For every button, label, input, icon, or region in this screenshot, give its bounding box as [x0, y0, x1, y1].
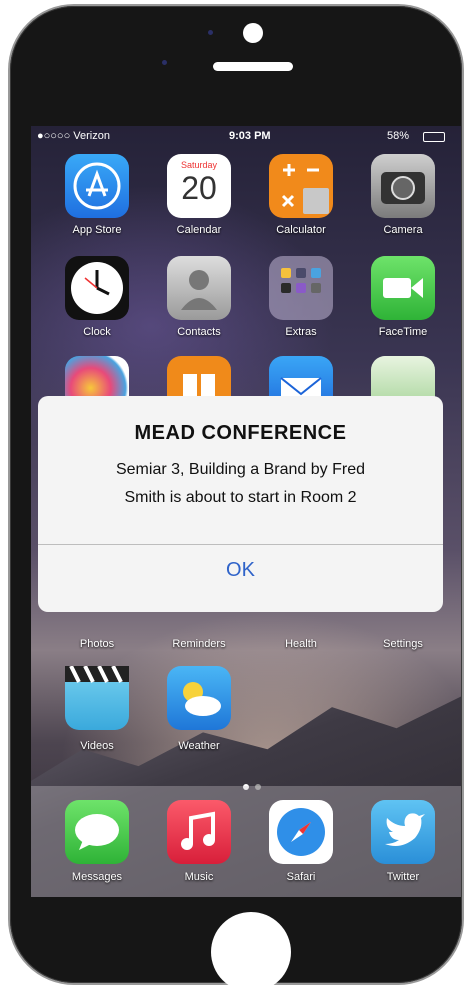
app-label: Settings [383, 638, 423, 650]
messages-icon[interactable] [65, 800, 129, 864]
alert-message-line: Semiar 3, Building a Brand by Fred [115, 461, 365, 478]
app-label: Twitter [386, 871, 420, 883]
alert-title: MEAD CONFERENCE [134, 422, 347, 444]
front-camera [243, 23, 263, 43]
calendar-date: 20 [181, 170, 217, 206]
battery-icon [423, 132, 445, 142]
home-button[interactable] [211, 912, 291, 992]
weather-icon[interactable] [167, 666, 231, 730]
battery-percent: 58% [387, 130, 410, 142]
app-label: Music [184, 871, 214, 883]
app-label: Photos [79, 638, 115, 650]
status-time: 9:03 PM [229, 130, 271, 142]
dock: Messages Music Safari Twitter [31, 786, 461, 897]
clock-icon[interactable] [65, 256, 129, 320]
app-label: Camera [383, 224, 423, 236]
app-label: Messages [71, 871, 123, 883]
ok-button[interactable]: OK [38, 545, 443, 612]
app-label: FaceTime [378, 326, 428, 338]
music-icon[interactable] [167, 800, 231, 864]
carrier-label: ●○○○○ Verizon [37, 130, 110, 142]
calendar-day: Saturday [180, 160, 218, 170]
app-label: Contacts [177, 326, 221, 338]
app-label: Extras [285, 326, 317, 338]
facetime-icon[interactable] [371, 256, 435, 320]
clapper-icon[interactable] [65, 665, 129, 730]
safari-icon[interactable] [269, 800, 333, 864]
light-sensor [162, 60, 167, 65]
app-label: Calculator [276, 224, 326, 236]
earpiece-speaker [213, 62, 293, 71]
app-label: App Store [72, 224, 122, 236]
status-bar: ●○○○○ Verizon 9:03 PM 58% [31, 126, 461, 146]
alert-message-line: Smith is about to start in Room 2 [124, 489, 357, 506]
calculator-icon[interactable] [269, 154, 333, 218]
contacts-icon[interactable] [167, 256, 231, 320]
app-label: Reminders [172, 638, 226, 650]
app-label: Calendar [176, 224, 222, 236]
twitter-icon[interactable] [371, 800, 435, 864]
app-label: Safari [286, 871, 316, 883]
calendar-icon[interactable]: Saturday 20 [167, 154, 231, 218]
app-label: Weather [178, 740, 220, 752]
alert-dialog: MEAD CONFERENCE Semiar 3, Building a Bra… [38, 396, 443, 612]
folder-icon[interactable] [269, 256, 333, 320]
app-store-icon[interactable] [65, 154, 129, 218]
camera-icon[interactable] [371, 154, 435, 218]
proximity-sensor [208, 30, 213, 35]
alert-message: Semiar 3, Building a Brand by Fred Smith… [68, 456, 413, 512]
app-label: Clock [83, 326, 111, 338]
app-label: Videos [80, 740, 114, 752]
app-label: Health [285, 638, 317, 650]
